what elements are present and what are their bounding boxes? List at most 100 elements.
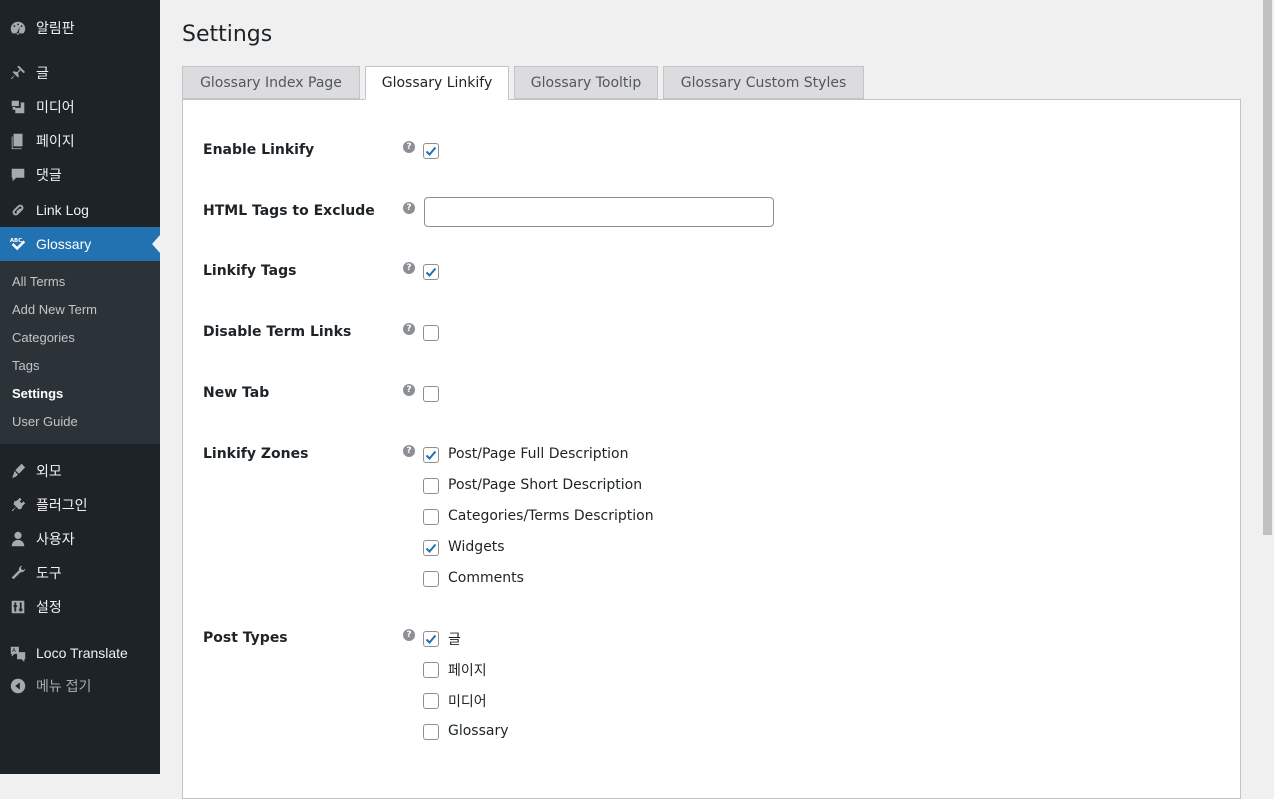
zone-full-description-label: Post/Page Full Description xyxy=(448,446,629,462)
zone-widgets-label: Widgets xyxy=(448,539,505,555)
sidebar-item-label: 도구 xyxy=(36,565,62,581)
help-icon[interactable]: ? xyxy=(403,323,415,335)
sidebar-item-plugins[interactable]: 플러그인 xyxy=(0,488,160,522)
submenu-item-all-terms[interactable]: All Terms xyxy=(12,274,65,289)
comments-icon xyxy=(8,165,28,185)
admin-sidebar: 알림판 글 미디어 페이지 댓글 Link Log ABC Glossary A… xyxy=(0,0,160,774)
html-tags-exclude-input[interactable] xyxy=(424,197,774,227)
checkmark-icon xyxy=(425,543,437,553)
post-type-glossary-label: Glossary xyxy=(448,723,509,739)
linkify-tags-label: Linkify Tags xyxy=(203,263,297,279)
link-icon xyxy=(8,200,28,220)
sidebar-item-posts[interactable]: 글 xyxy=(0,56,160,90)
submenu-item-add-new-term[interactable]: Add New Term xyxy=(12,302,97,317)
sidebar-item-label: 댓글 xyxy=(36,167,62,183)
sidebar-item-label: 페이지 xyxy=(36,133,75,149)
post-type-page-label: 페이지 xyxy=(448,663,487,679)
checkmark-icon xyxy=(425,450,437,460)
help-icon[interactable]: ? xyxy=(403,445,415,457)
users-icon xyxy=(8,529,28,549)
scrollbar-thumb[interactable] xyxy=(1263,0,1272,535)
checkmark-icon xyxy=(425,146,437,156)
sidebar-item-label: Loco Translate xyxy=(36,645,128,661)
sidebar-item-users[interactable]: 사용자 xyxy=(0,522,160,556)
post-type-page-checkbox[interactable] xyxy=(423,662,439,678)
checkmark-icon xyxy=(425,267,437,277)
sidebar-item-label: 외모 xyxy=(36,463,62,479)
help-icon[interactable]: ? xyxy=(403,141,415,153)
tab-glossary-index-page[interactable]: Glossary Index Page xyxy=(182,66,360,99)
submenu-item-settings[interactable]: Settings xyxy=(12,386,63,401)
sidebar-item-label: Glossary xyxy=(36,236,92,252)
enable-linkify-label: Enable Linkify xyxy=(203,142,315,158)
sidebar-item-label: 설정 xyxy=(36,599,62,615)
tab-glossary-tooltip[interactable]: Glossary Tooltip xyxy=(514,66,658,99)
dashboard-icon xyxy=(8,18,28,38)
sidebar-item-label: 알림판 xyxy=(36,20,75,36)
sidebar-item-tools[interactable]: 도구 xyxy=(0,556,160,590)
submenu-item-user-guide[interactable]: User Guide xyxy=(12,414,78,429)
enable-linkify-checkbox[interactable] xyxy=(423,143,439,159)
post-type-post-label: 글 xyxy=(448,632,461,648)
new-tab-checkbox[interactable] xyxy=(423,386,439,402)
appearance-icon xyxy=(8,461,28,481)
zone-categories-terms-checkbox[interactable] xyxy=(423,509,439,525)
translate-icon: A xyxy=(8,643,28,663)
zone-comments-label: Comments xyxy=(448,570,524,586)
post-types-label: Post Types xyxy=(203,630,288,646)
post-type-post-checkbox[interactable] xyxy=(423,631,439,647)
sidebar-item-pages[interactable]: 페이지 xyxy=(0,124,160,158)
page-title: Settings xyxy=(182,22,273,47)
sidebar-item-glossary[interactable]: ABC Glossary xyxy=(0,227,160,261)
sidebar-item-dashboard[interactable]: 알림판 xyxy=(0,11,160,45)
sidebar-item-label: 플러그인 xyxy=(36,497,88,513)
zone-short-description-label: Post/Page Short Description xyxy=(448,477,643,493)
new-tab-label: New Tab xyxy=(203,385,270,401)
sidebar-item-link-log[interactable]: Link Log xyxy=(0,193,160,227)
svg-text:A: A xyxy=(12,648,16,654)
glossary-abc-icon: ABC xyxy=(8,234,28,254)
collapse-menu-button[interactable]: 메뉴 접기 xyxy=(0,669,160,703)
sidebar-item-label: 미디어 xyxy=(36,99,75,115)
checkmark-icon xyxy=(425,634,437,644)
pin-icon xyxy=(8,63,28,83)
sidebar-item-loco-translate[interactable]: A Loco Translate xyxy=(0,636,160,670)
help-icon[interactable]: ? xyxy=(403,262,415,274)
post-type-media-checkbox[interactable] xyxy=(423,693,439,709)
tab-glossary-custom-styles[interactable]: Glossary Custom Styles xyxy=(663,66,864,99)
post-type-glossary-checkbox[interactable] xyxy=(423,724,439,740)
zone-comments-checkbox[interactable] xyxy=(423,571,439,587)
zone-short-description-checkbox[interactable] xyxy=(423,478,439,494)
media-icon xyxy=(8,97,28,117)
pages-icon xyxy=(8,131,28,151)
sidebar-item-label: 메뉴 접기 xyxy=(36,678,92,694)
html-tags-exclude-label: HTML Tags to Exclude xyxy=(203,203,375,219)
sidebar-item-settings[interactable]: 설정 xyxy=(0,590,160,624)
sidebar-item-media[interactable]: 미디어 xyxy=(0,90,160,124)
tab-glossary-linkify[interactable]: Glossary Linkify xyxy=(365,66,509,100)
disable-term-links-checkbox[interactable] xyxy=(423,325,439,341)
help-icon[interactable]: ? xyxy=(403,384,415,396)
sidebar-item-label: 사용자 xyxy=(36,531,75,547)
settings-icon xyxy=(8,597,28,617)
linkify-zones-label: Linkify Zones xyxy=(203,446,309,462)
glossary-submenu: All Terms Add New Term Categories Tags S… xyxy=(0,261,160,444)
sidebar-item-label: 글 xyxy=(36,65,49,81)
submenu-item-categories[interactable]: Categories xyxy=(12,330,75,345)
help-icon[interactable]: ? xyxy=(403,202,415,214)
zone-full-description-checkbox[interactable] xyxy=(423,447,439,463)
submenu-item-tags[interactable]: Tags xyxy=(12,358,39,373)
help-icon[interactable]: ? xyxy=(403,629,415,641)
zone-widgets-checkbox[interactable] xyxy=(423,540,439,556)
zone-categories-terms-label: Categories/Terms Description xyxy=(448,508,654,524)
sidebar-item-comments[interactable]: 댓글 xyxy=(0,158,160,192)
tools-icon xyxy=(8,563,28,583)
sidebar-item-label: Link Log xyxy=(36,202,89,218)
post-type-media-label: 미디어 xyxy=(448,694,487,710)
sidebar-item-appearance[interactable]: 외모 xyxy=(0,454,160,488)
linkify-tags-checkbox[interactable] xyxy=(423,264,439,280)
collapse-icon xyxy=(8,676,28,696)
plugins-icon xyxy=(8,495,28,515)
svg-text:ABC: ABC xyxy=(10,238,22,244)
disable-term-links-label: Disable Term Links xyxy=(203,324,352,340)
